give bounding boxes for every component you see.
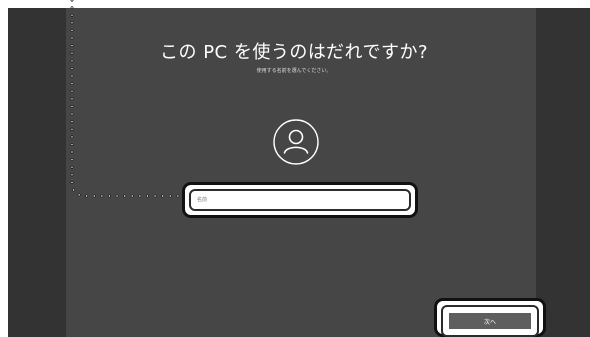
name-input[interactable]	[189, 189, 411, 211]
next-button[interactable]: 次へ	[441, 305, 539, 337]
next-button-label: 次へ	[449, 313, 531, 329]
callout-dotted-line	[70, 0, 184, 198]
